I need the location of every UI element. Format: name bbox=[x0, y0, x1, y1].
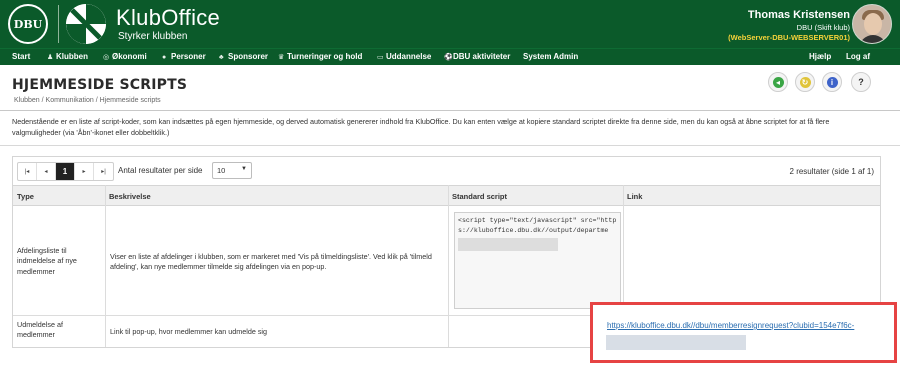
nav-item-okonomi[interactable]: ◎ Økonomi bbox=[103, 52, 147, 61]
script-blurred-area bbox=[458, 238, 558, 252]
row-1-script-box[interactable]: <script type="text/javascript" src="http… bbox=[454, 212, 621, 309]
result-info: 2 resultater (side 1 af 1) bbox=[789, 167, 874, 176]
trophy-icon: ♛ bbox=[278, 54, 285, 61]
server-label: (WebServer-DBU-WEBSERVER01) bbox=[728, 33, 850, 42]
nav-label: Økonomi bbox=[112, 52, 147, 61]
pager: |◂ ◂ 1 ▸ ▸| bbox=[17, 162, 114, 181]
title-divider bbox=[0, 110, 900, 111]
brand-name: KlubOffice bbox=[116, 5, 221, 30]
avatar-body bbox=[859, 35, 887, 43]
nav-label: System Admin bbox=[523, 52, 579, 61]
chevron-down-icon: ▼ bbox=[241, 166, 247, 172]
column-header-type[interactable]: Type bbox=[13, 185, 105, 206]
brand-tagline: Styrker klubben bbox=[118, 31, 188, 42]
intro-divider bbox=[0, 145, 900, 146]
dbu-logo[interactable]: DBU bbox=[8, 4, 48, 44]
row-1-type: Afdelingsliste til indmeldelse af nye me… bbox=[17, 246, 77, 276]
row-2-type: Udmeldelse af medlemmer bbox=[17, 320, 63, 340]
nav-item-personer[interactable]: ● Personer bbox=[162, 52, 206, 61]
header-divider bbox=[58, 5, 59, 43]
ball-icon: ⚽ bbox=[444, 54, 453, 61]
avatar-face bbox=[864, 13, 882, 35]
nav-item-uddannelse[interactable]: ▭ Uddannelse bbox=[377, 52, 431, 61]
page-title: HJEMMESIDE SCRIPTS bbox=[12, 77, 188, 93]
dbu-logo-text: DBU bbox=[13, 17, 43, 31]
nav-item-system-admin[interactable]: System Admin bbox=[523, 52, 578, 61]
back-button[interactable]: ◂ bbox=[768, 72, 788, 92]
nav-item-dbu-aktiviteter[interactable]: ⚽DBU aktiviteter bbox=[444, 52, 510, 61]
handshake-icon: ♣ bbox=[219, 54, 224, 61]
logout-link[interactable]: Log af bbox=[846, 52, 870, 61]
nav-item-start[interactable]: Start bbox=[12, 52, 30, 61]
help-link[interactable]: Hjælp bbox=[809, 52, 831, 61]
per-page-label: Antal resultater per side bbox=[118, 166, 203, 175]
user-club-switch[interactable]: DBU (Skift klub) bbox=[728, 23, 850, 32]
per-page-select[interactable]: 10 ▼ bbox=[212, 162, 252, 179]
first-page-button[interactable]: |◂ bbox=[18, 163, 37, 180]
avatar[interactable] bbox=[852, 4, 892, 44]
next-page-button[interactable]: ▸ bbox=[75, 163, 94, 180]
row-1-script: <script type="text/javascript" src="http… bbox=[458, 217, 617, 234]
person-icon: ● bbox=[162, 54, 167, 61]
breadcrumb[interactable]: Klubben / Kommunikation / Hjemmeside scr… bbox=[14, 97, 161, 104]
nav-label: Klubben bbox=[56, 52, 88, 61]
column-header-link[interactable]: Link bbox=[623, 185, 880, 206]
info-button[interactable]: i bbox=[822, 72, 842, 92]
row-2-link[interactable]: https://kluboffice.dbu.dk//dbu/memberres… bbox=[607, 321, 854, 330]
user-info: Thomas Kristensen DBU (Skift klub) (WebS… bbox=[728, 9, 850, 42]
refresh-icon: ↻ bbox=[799, 76, 811, 88]
current-page-button[interactable]: 1 bbox=[56, 163, 75, 180]
screen-icon: ▭ bbox=[377, 54, 384, 61]
people-icon: ♟ bbox=[47, 54, 54, 61]
nav-item-klubben[interactable]: ♟ Klubben bbox=[47, 52, 88, 61]
main-nav: Start ♟ Klubben ◎ Økonomi ● Personer ♣ Spons… bbox=[0, 48, 900, 65]
column-header-description[interactable]: Beskrivelse bbox=[105, 185, 448, 206]
last-page-button[interactable]: ▸| bbox=[94, 163, 113, 180]
nav-label: Sponsorer bbox=[228, 52, 269, 61]
row-1-description: Viser en liste af afdelinger i klubben, … bbox=[110, 252, 432, 272]
grid-line bbox=[448, 185, 449, 347]
nav-label: Start bbox=[12, 52, 31, 61]
column-header-script[interactable]: Standard script bbox=[448, 185, 623, 206]
question-icon: ? bbox=[858, 77, 864, 87]
nav-item-turneringer[interactable]: ♛ Turneringer og hold bbox=[278, 52, 362, 61]
arrow-left-icon: ◂ bbox=[772, 76, 784, 88]
row-2-description: Link til pop-up, hvor medlemmer kan udme… bbox=[110, 327, 268, 336]
nav-label: Turneringer og hold bbox=[287, 52, 363, 61]
prev-page-button[interactable]: ◂ bbox=[37, 163, 56, 180]
coin-icon: ◎ bbox=[103, 54, 110, 61]
nav-label: Personer bbox=[171, 52, 206, 61]
per-page-value: 10 bbox=[217, 166, 226, 175]
info-icon: i bbox=[826, 76, 838, 88]
link-blurred-area bbox=[606, 335, 746, 350]
nav-label: Uddannelse bbox=[386, 52, 432, 61]
help-button[interactable]: ? bbox=[851, 72, 871, 92]
nav-label: DBU aktiviteter bbox=[453, 52, 511, 61]
user-name[interactable]: Thomas Kristensen bbox=[728, 9, 850, 21]
highlight-box: https://kluboffice.dbu.dk//dbu/memberres… bbox=[590, 302, 897, 363]
kluboffice-logo-icon[interactable] bbox=[66, 4, 106, 44]
grid-line bbox=[105, 185, 106, 347]
intro-text: Nedenstående er en liste af script-koder… bbox=[12, 117, 830, 137]
refresh-button[interactable]: ↻ bbox=[795, 72, 815, 92]
nav-item-sponsorer[interactable]: ♣ Sponsorer bbox=[219, 52, 268, 61]
app-header: DBU KlubOffice Styrker klubben Thomas Kr… bbox=[0, 0, 900, 48]
